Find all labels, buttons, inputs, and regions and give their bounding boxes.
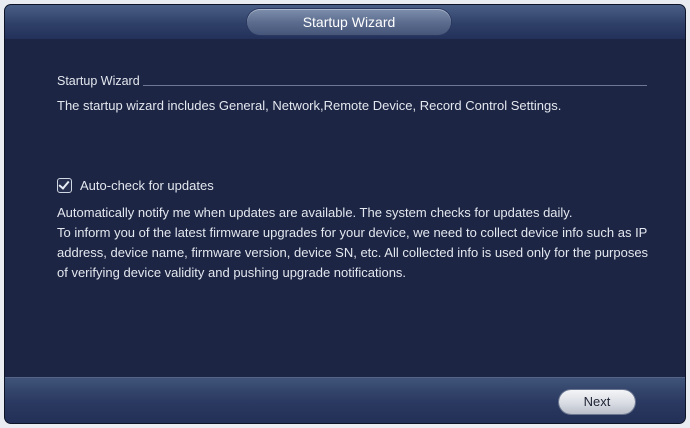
auto-check-updates-checkbox[interactable] [57, 177, 72, 193]
section-header: Startup Wizard [57, 72, 647, 88]
wizard-content: Startup Wizard The startup wizard includ… [5, 39, 685, 377]
update-description-line-1: Automatically notify me when updates are… [57, 205, 573, 220]
wizard-intro-text: The startup wizard includes General, Net… [57, 98, 562, 113]
update-description-line-2: To inform you of the latest firmware upg… [57, 225, 649, 280]
footer-bar: Next [5, 377, 685, 423]
auto-check-updates-label[interactable]: Auto-check for updates [80, 178, 214, 193]
update-description: Automatically notify me when updates are… [57, 203, 657, 283]
title-bar: Startup Wizard [5, 5, 685, 39]
checkmark-icon [58, 177, 70, 190]
section-title: Startup Wizard [57, 74, 140, 88]
startup-wizard-window: Startup Wizard Startup Wizard The startu… [5, 5, 685, 423]
auto-check-updates-option[interactable]: Auto-check for updates [57, 175, 214, 195]
section-divider [142, 85, 647, 86]
next-button[interactable]: Next [559, 390, 635, 414]
window-title: Startup Wizard [247, 9, 451, 35]
